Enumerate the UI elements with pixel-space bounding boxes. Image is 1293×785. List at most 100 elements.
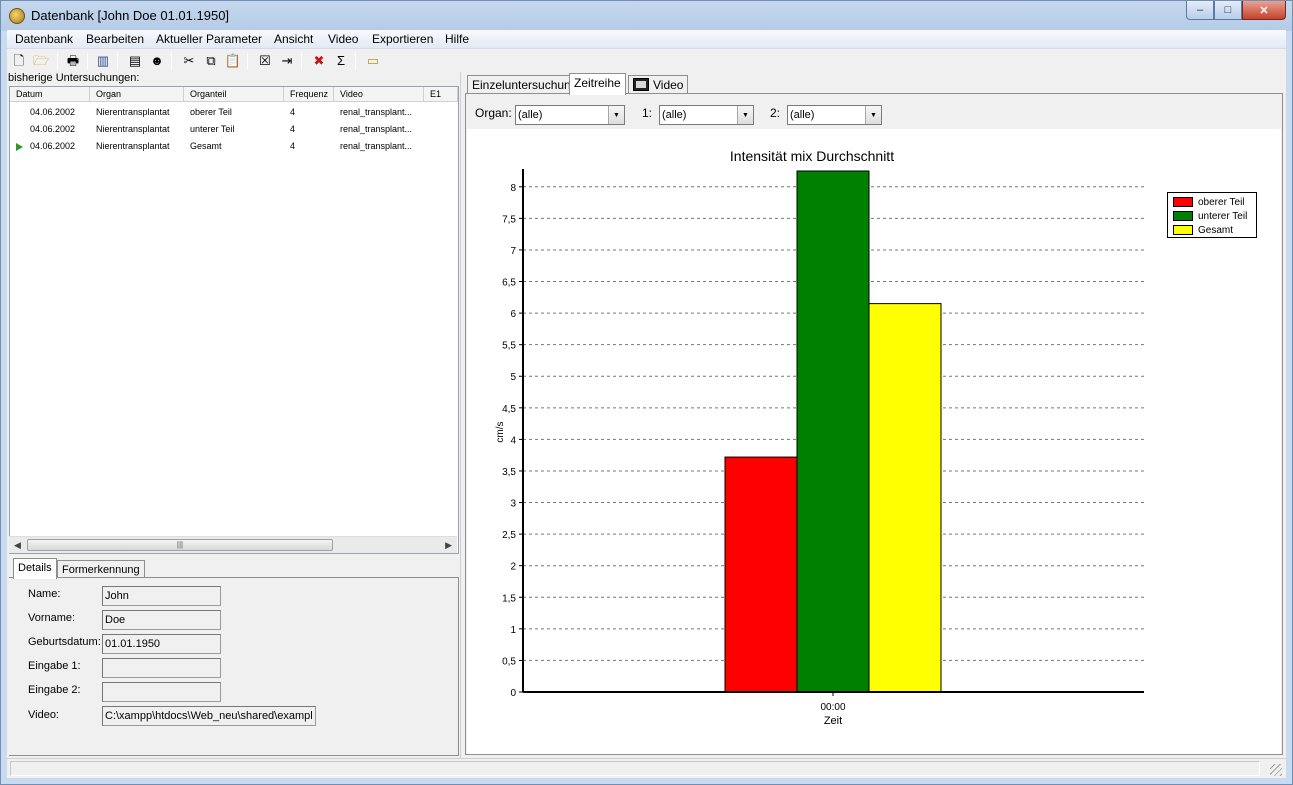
y-tick-label: 5: [510, 372, 516, 383]
person-icon[interactable]: ☻: [149, 53, 165, 69]
toolbar-separator: [171, 53, 172, 69]
menu-aktueller-parameter[interactable]: Aktueller Parameter: [156, 32, 262, 46]
cell-organ: Nierentransplantat: [96, 107, 170, 117]
cell-video: renal_transplant...: [340, 124, 413, 134]
splitter[interactable]: [460, 72, 463, 758]
col-e1[interactable]: E1: [424, 87, 458, 102]
col-organ[interactable]: Organ: [90, 87, 184, 102]
chart-title: Intensität mix Durchschnitt: [730, 148, 894, 164]
menu-bearbeiten[interactable]: Bearbeiten: [86, 32, 144, 46]
x-tick-label: 00:00: [820, 702, 845, 713]
current-row-arrow-icon: [16, 143, 23, 151]
table-row[interactable]: 04.06.2002 Nierentransplantat unterer Te…: [10, 122, 458, 137]
scroll-right-icon[interactable]: ▶: [445, 540, 452, 551]
copy-icon[interactable]: ⧉: [203, 53, 219, 69]
y-tick-label: 6: [510, 309, 516, 320]
chevron-down-icon[interactable]: ▼: [608, 106, 624, 124]
detail-tabs: Details Formerkennung: [9, 558, 459, 579]
filter1-select[interactable]: (alle) ▼: [659, 105, 754, 125]
y-tick-label: 4,5: [502, 404, 516, 415]
cell-organteil: Gesamt: [190, 141, 222, 151]
col-video[interactable]: Video: [334, 87, 424, 102]
tab-einzeluntersuchung[interactable]: Einzeluntersuchung: [467, 75, 583, 94]
menu-ansicht[interactable]: Ansicht: [274, 32, 313, 46]
y-tick-label: 1,5: [502, 593, 516, 604]
print-icon[interactable]: 🖶: [65, 53, 81, 69]
folder-icon[interactable]: ▭: [365, 53, 381, 69]
new-icon[interactable]: 🗋: [11, 53, 27, 69]
legend-item: oberer Teil: [1173, 196, 1245, 208]
minimize-button[interactable]: –: [1186, 1, 1214, 20]
tab-zeitreihe[interactable]: Zeitreihe: [569, 73, 626, 95]
resize-grip-icon[interactable]: [1270, 764, 1282, 776]
y-tick-label: 5,5: [502, 341, 516, 352]
tab-details[interactable]: Details: [13, 558, 57, 579]
col-organteil[interactable]: Organteil: [184, 87, 284, 102]
status-bar: [7, 758, 1286, 778]
table-row[interactable]: 04.06.2002 Nierentransplantat oberer Tei…: [10, 105, 458, 120]
toolbar-separator: [57, 53, 58, 69]
open-icon[interactable]: 🗁: [33, 53, 49, 69]
legend-label: unterer Teil: [1198, 210, 1248, 222]
menu-datenbank[interactable]: Datenbank: [15, 32, 73, 46]
cell-organteil: unterer Teil: [190, 124, 235, 134]
close-button[interactable]: ✕: [1242, 1, 1286, 20]
cancel-icon[interactable]: ✖: [311, 53, 327, 69]
list-label: bisherige Untersuchungen:: [8, 72, 140, 84]
filter2-select[interactable]: (alle) ▼: [787, 105, 882, 125]
geburtsdatum-field[interactable]: 01.01.1950: [102, 634, 221, 654]
id-card-icon[interactable]: ▤: [127, 53, 143, 69]
examinations-list[interactable]: Datum Organ Organteil Frequenz Video E1 …: [9, 86, 459, 554]
menu-exportieren[interactable]: Exportieren: [372, 32, 433, 46]
filter2-select-value: (alle): [790, 109, 815, 121]
col-datum[interactable]: Datum: [10, 87, 90, 102]
y-tick-label: 4: [510, 435, 516, 446]
menu-hilfe[interactable]: Hilfe: [445, 32, 469, 46]
organ-select[interactable]: (alle) ▼: [515, 105, 625, 125]
video-icon: [633, 78, 649, 91]
scroll-thumb[interactable]: |||: [27, 539, 333, 551]
bar-chart: Intensität mix Durchschnitt 0 0,5 1 1,5 2 2,5 3…: [495, 148, 1144, 727]
toolbar: 🗋 🗁 🖶 ▥ ▤ ☻ ✂ ⧉ 📋 ☒ ⇥ ✖ Σ ▭: [7, 50, 1286, 72]
list-horizontal-scrollbar[interactable]: ◀ ||| ▶: [9, 536, 457, 553]
y-tick-label: 8: [510, 183, 516, 194]
cell-organteil: oberer Teil: [190, 107, 232, 117]
toolbar-separator: [87, 53, 88, 69]
menu-bar: Datenbank Bearbeiten Aktueller Parameter…: [7, 30, 1286, 49]
zeitreihe-panel: Organ: (alle) ▼ 1: (alle) ▼ 2: (alle) ▼ …: [465, 93, 1283, 755]
app-icon[interactable]: [9, 8, 25, 24]
cell-datum: 04.06.2002: [30, 124, 76, 134]
cell-organ: Nierentransplantat: [96, 141, 170, 151]
paste-icon[interactable]: 📋: [225, 53, 241, 69]
toolbar-separator: [355, 53, 356, 69]
delete-icon[interactable]: ☒: [257, 53, 273, 69]
y-tick-label: 3: [510, 499, 516, 510]
filter2-label: 2:: [770, 106, 781, 120]
x-axis-label: Zeit: [824, 715, 842, 727]
chevron-down-icon[interactable]: ▼: [865, 106, 881, 124]
maximize-button[interactable]: □: [1214, 1, 1242, 20]
video-path-field[interactable]: C:\xampp\htdocs\Web_neu\shared\exampl: [102, 706, 316, 726]
export-icon[interactable]: ⇥: [279, 53, 295, 69]
cell-video: renal_transplant...: [340, 107, 413, 117]
scroll-left-icon[interactable]: ◀: [14, 540, 21, 551]
eingabe2-field[interactable]: [102, 682, 221, 702]
y-tick-label: 0,5: [502, 656, 516, 667]
cut-icon[interactable]: ✂: [181, 53, 197, 69]
sum-icon[interactable]: Σ: [333, 53, 349, 69]
title-bar[interactable]: Datenbank [John Doe 01.01.1950] – □ ✕: [1, 1, 1292, 31]
cell-datum: 04.06.2002: [30, 107, 76, 117]
table-row-selected[interactable]: 04.06.2002 Nierentransplantat Gesamt 4 r…: [10, 139, 458, 154]
y-tick-label: 7,5: [502, 214, 516, 225]
database-icon[interactable]: ▥: [95, 53, 111, 69]
tab-video[interactable]: Video: [628, 75, 689, 94]
organ-select-value: (alle): [518, 109, 543, 121]
chevron-down-icon[interactable]: ▼: [737, 106, 753, 124]
bar-gesamt: [868, 303, 942, 693]
col-frequenz[interactable]: Frequenz: [284, 87, 334, 102]
menu-video[interactable]: Video: [328, 32, 358, 46]
name-field[interactable]: John: [102, 586, 221, 606]
vorname-field[interactable]: Doe: [102, 610, 221, 630]
eingabe1-field[interactable]: [102, 658, 221, 678]
chart-legend: oberer Teil unterer Teil Gesamt: [1167, 192, 1257, 238]
